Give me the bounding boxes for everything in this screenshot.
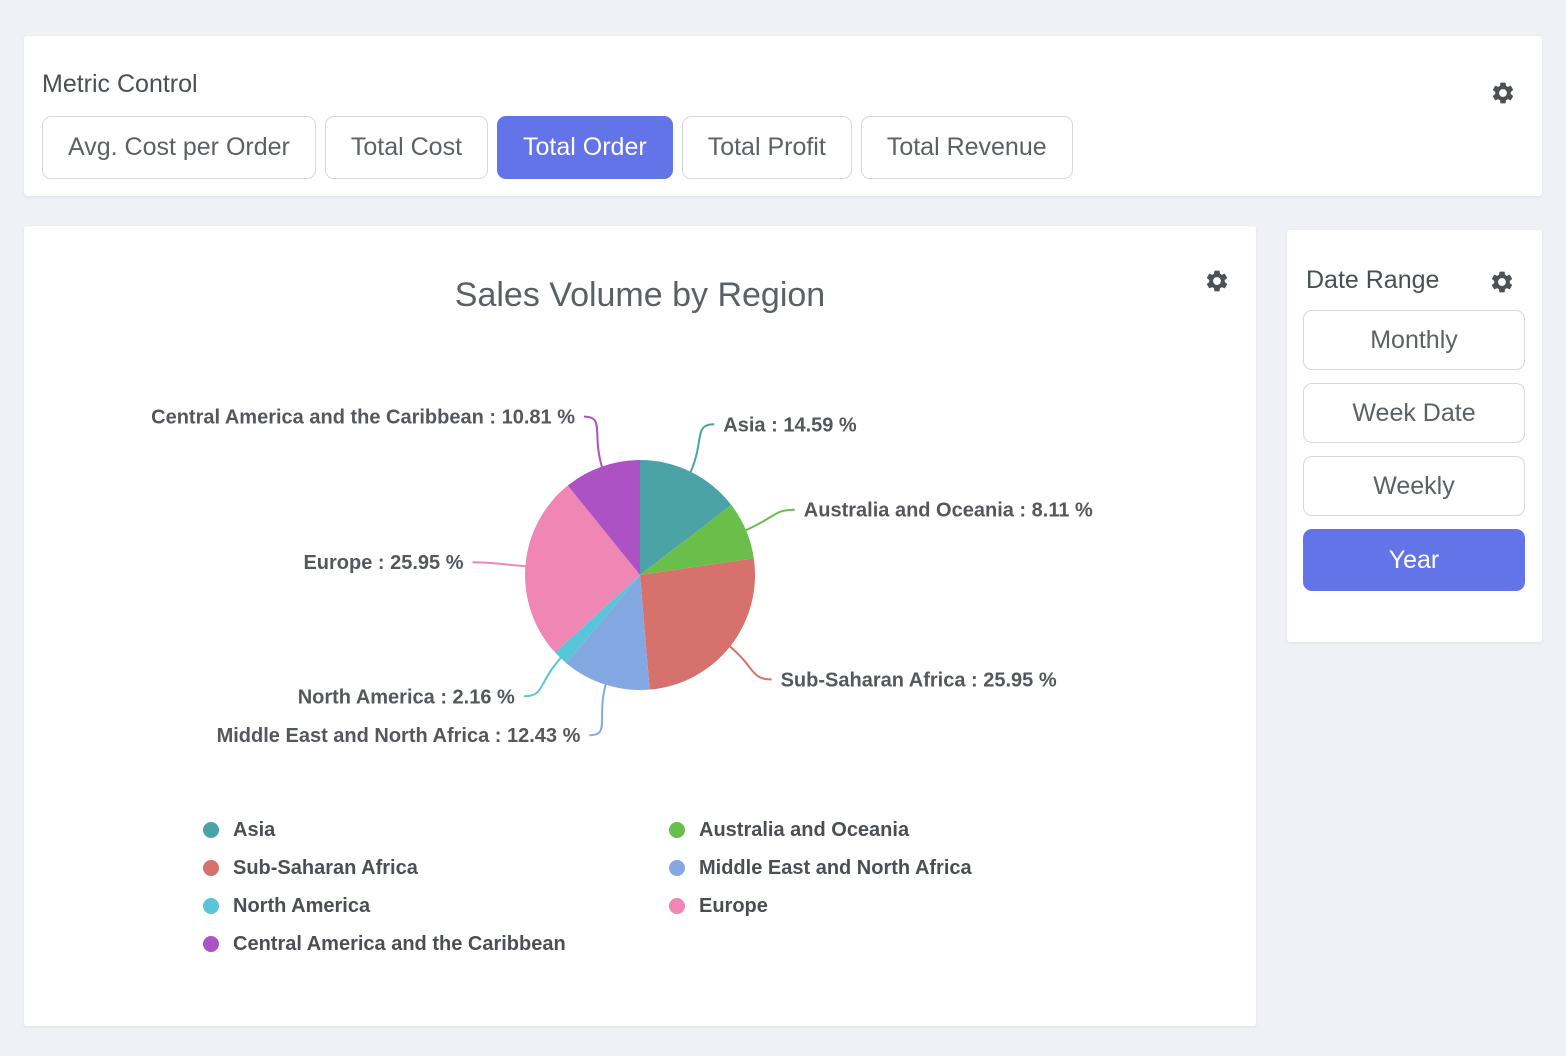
metric-button-avg-cost-per-order[interactable]: Avg. Cost per Order bbox=[42, 116, 316, 179]
date-range-button-monthly[interactable]: Monthly bbox=[1303, 310, 1525, 370]
legend-item-middle-east-and-north-africa[interactable]: Middle East and North Africa bbox=[669, 856, 972, 880]
date-range-settings-button[interactable] bbox=[1489, 269, 1515, 295]
pie-label-line-central-america-and-the-caribbean bbox=[584, 417, 604, 473]
metric-button-total-order[interactable]: Total Order bbox=[497, 116, 673, 179]
legend-label: Asia bbox=[233, 819, 275, 842]
legend-item-europe[interactable]: Europe bbox=[669, 894, 972, 918]
legend-swatch-icon bbox=[203, 860, 219, 876]
pie-label-line-europe bbox=[473, 562, 532, 567]
metric-control-panel: Metric Control Avg. Cost per Order Total… bbox=[24, 36, 1542, 196]
pie-label-north-america: North America : 2.16 % bbox=[298, 686, 515, 708]
pie-label-sub-saharan-africa: Sub-Saharan Africa : 25.95 % bbox=[781, 669, 1057, 691]
pie-label-europe: Europe : 25.95 % bbox=[303, 552, 463, 574]
date-range-button-year[interactable]: Year bbox=[1303, 529, 1525, 591]
pie-label-line-australia-and-oceania bbox=[740, 510, 794, 533]
legend-label: Sub-Saharan Africa bbox=[233, 857, 418, 880]
gear-icon bbox=[1490, 80, 1516, 106]
pie-label-asia: Asia : 14.59 % bbox=[723, 414, 857, 436]
metric-button-total-revenue[interactable]: Total Revenue bbox=[861, 116, 1073, 179]
legend-swatch-icon bbox=[669, 822, 685, 838]
legend-label: Central America and the Caribbean bbox=[233, 933, 566, 956]
pie-slice-sub-saharan-africa[interactable] bbox=[640, 558, 755, 689]
sales-volume-chart-panel: Sales Volume by Region Asia : 14.59 %Aus… bbox=[24, 226, 1256, 1026]
metric-button-total-cost[interactable]: Total Cost bbox=[325, 116, 488, 179]
pie-label-middle-east-and-north-africa: Middle East and North Africa : 12.43 % bbox=[217, 725, 581, 747]
legend-label: North America bbox=[233, 895, 370, 918]
pie-label-line-sub-saharan-africa bbox=[725, 643, 771, 680]
legend-label: Australia and Oceania bbox=[699, 819, 909, 842]
pie-label-line-asia bbox=[688, 424, 714, 477]
legend-item-asia[interactable]: Asia bbox=[203, 818, 669, 842]
legend-swatch-icon bbox=[203, 822, 219, 838]
legend-item-north-america[interactable]: North America bbox=[203, 894, 669, 918]
legend-item-central-america-and-the-caribbean[interactable]: Central America and the Caribbean bbox=[203, 932, 669, 956]
pie-label-line-north-america bbox=[524, 654, 565, 697]
metric-button-total-profit[interactable]: Total Profit bbox=[682, 116, 852, 179]
legend-label: Middle East and North Africa bbox=[699, 857, 972, 880]
legend-item-sub-saharan-africa[interactable]: Sub-Saharan Africa bbox=[203, 856, 669, 880]
metric-control-settings-button[interactable] bbox=[1490, 80, 1516, 106]
date-range-button-weekly[interactable]: Weekly bbox=[1303, 456, 1525, 516]
legend-label: Europe bbox=[699, 895, 768, 918]
pie-label-central-america-and-the-caribbean: Central America and the Caribbean : 10.8… bbox=[151, 407, 575, 429]
date-range-panel: Date Range Monthly Week Date Weekly Year bbox=[1287, 230, 1542, 642]
date-range-button-week-date[interactable]: Week Date bbox=[1303, 383, 1525, 443]
gear-icon bbox=[1489, 269, 1515, 295]
legend-swatch-icon bbox=[203, 936, 219, 952]
chart-legend: Asia Australia and Oceania Sub-Saharan Afr… bbox=[203, 818, 972, 956]
legend-swatch-icon bbox=[203, 898, 219, 914]
date-range-button-group: Monthly Week Date Weekly Year bbox=[1303, 310, 1525, 591]
legend-item-australia-and-oceania[interactable]: Australia and Oceania bbox=[669, 818, 972, 842]
legend-swatch-icon bbox=[669, 898, 685, 914]
metric-button-group: Avg. Cost per Order Total Cost Total Ord… bbox=[42, 116, 1073, 179]
pie-label-line-middle-east-and-north-africa bbox=[589, 679, 607, 735]
metric-control-title: Metric Control bbox=[42, 70, 198, 99]
pie-label-australia-and-oceania: Australia and Oceania : 8.11 % bbox=[804, 500, 1093, 522]
date-range-title: Date Range bbox=[1306, 266, 1439, 295]
legend-swatch-icon bbox=[669, 860, 685, 876]
